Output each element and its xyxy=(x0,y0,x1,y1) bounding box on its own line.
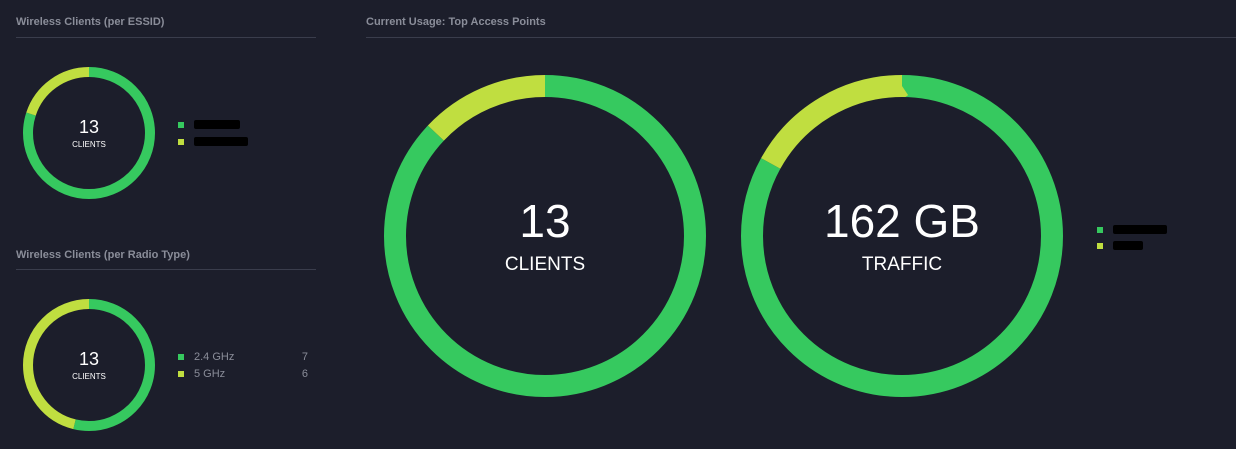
radio-legend-label: 5 GHz xyxy=(194,368,226,380)
redacted-label xyxy=(194,137,248,146)
legend-swatch xyxy=(178,121,184,128)
legend-swatch xyxy=(1097,242,1103,249)
redacted-label xyxy=(1113,241,1143,250)
top-ap-clients-center: 13 CLIENTS xyxy=(384,196,706,276)
essid-legend-item-2[interactable] xyxy=(178,137,248,146)
radio-legend-count: 6 xyxy=(301,368,308,380)
essid-panel-title: Wireless Clients (per ESSID) xyxy=(16,16,165,28)
top-ap-panel-title: Current Usage: Top Access Points xyxy=(366,16,546,28)
top-ap-panel-divider xyxy=(366,37,1236,38)
top-ap-client-unit: CLIENTS xyxy=(504,254,586,275)
radio-client-count: 13 xyxy=(78,349,100,369)
legend-swatch xyxy=(178,371,184,377)
legend-swatch xyxy=(1097,226,1103,233)
radio-panel-divider xyxy=(16,269,316,270)
legend-swatch xyxy=(178,138,184,145)
radio-legend-item-5ghz[interactable]: 5 GHz xyxy=(178,368,225,380)
essid-panel-divider xyxy=(16,37,316,38)
top-ap-client-count: 13 xyxy=(519,195,571,247)
radio-legend-label: 2.4 GHz xyxy=(194,351,235,363)
legend-swatch xyxy=(178,354,184,360)
radio-legend-item-24ghz[interactable]: 2.4 GHz xyxy=(178,351,234,363)
top-ap-traffic-unit: TRAFFIC xyxy=(861,254,943,275)
top-ap-legend-item-1[interactable] xyxy=(1097,225,1167,234)
redacted-label xyxy=(194,120,240,129)
redacted-label xyxy=(1113,225,1167,234)
essid-client-unit: CLIENTS xyxy=(72,140,106,149)
top-ap-traffic-center: 162 GB TRAFFIC xyxy=(741,196,1063,276)
essid-legend-item-1[interactable] xyxy=(178,120,240,129)
radio-panel-title: Wireless Clients (per Radio Type) xyxy=(16,249,190,261)
essid-client-count: 13 xyxy=(78,117,100,137)
radio-client-unit: CLIENTS xyxy=(72,372,106,381)
top-ap-traffic-value: 162 GB xyxy=(824,195,980,247)
radio-legend-count: 7 xyxy=(301,351,308,363)
top-ap-legend-item-2[interactable] xyxy=(1097,241,1143,250)
essid-donut-center: 13 CLIENTS xyxy=(23,117,155,149)
radio-donut-center: 13 CLIENTS xyxy=(23,349,155,381)
